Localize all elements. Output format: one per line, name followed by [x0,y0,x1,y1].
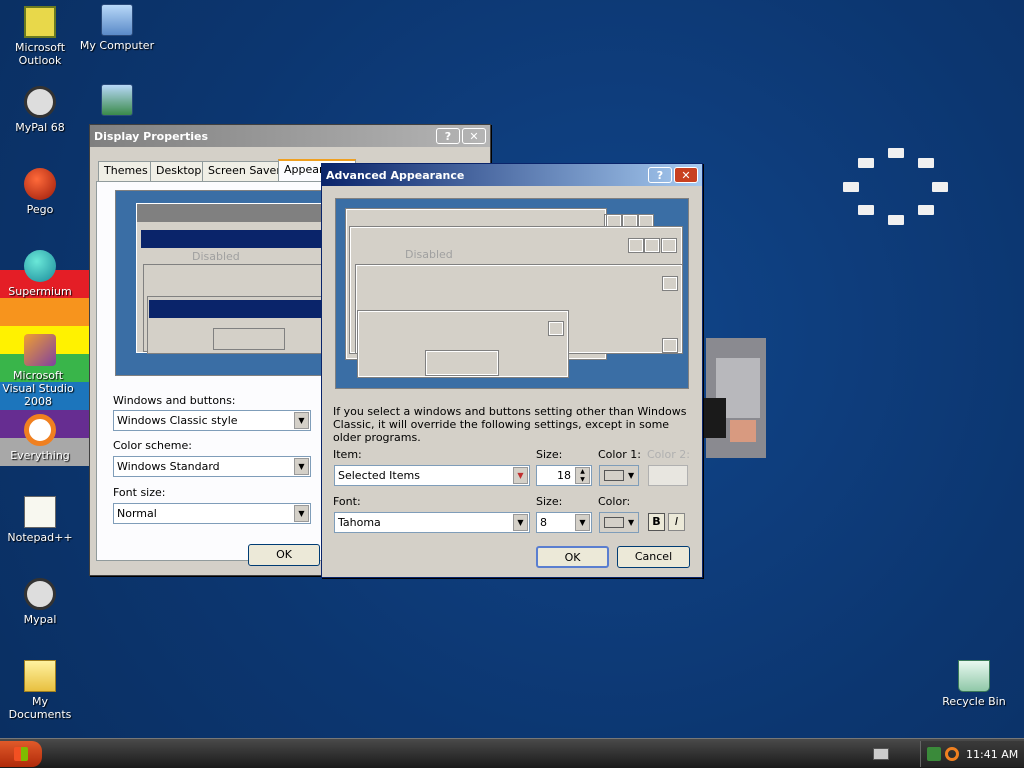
desktop-icon-everything[interactable]: Everything [0,414,80,462]
size-spinner[interactable]: 18 ▲ ▼ [536,465,592,486]
tab-themes[interactable]: Themes [98,161,154,181]
font-size-label: Size: [536,495,563,508]
help-button[interactable]: ? [436,128,460,144]
windows-buttons-select[interactable]: Windows Classic style ▼ [113,410,311,431]
mypal-icon [24,86,56,118]
advanced-appearance-dialog: Advanced Appearance ? ✕ Disabled If you … [321,163,703,578]
documents-icon [24,660,56,692]
spinner-arrows-icon[interactable]: ▲ ▼ [575,467,590,484]
info-text: If you select a windows and buttons sett… [333,405,687,444]
help-button[interactable]: ? [648,167,672,183]
mouse-cursor-icon [492,466,502,480]
color1-label: Color 1: [598,448,641,461]
outlook-icon [24,6,56,38]
visual-studio-icon [24,334,56,366]
system-tray: 11:41 AM [920,741,1024,767]
bold-toggle[interactable]: B [648,513,665,531]
color-label: Color: [598,495,631,508]
item-label: Item: [333,448,362,461]
italic-toggle[interactable]: I [668,513,685,531]
desktop-icon-network[interactable] [77,84,157,119]
taskbar: 11:41 AM [0,738,1024,768]
chevron-down-icon: ▼ [513,514,528,531]
preview-disabled-text: Disabled [405,248,453,261]
font-size-label: Font size: [113,486,166,499]
preview-disabled-text: Disabled [192,250,240,263]
desktop-icon-supermium[interactable]: Supermium [0,250,80,298]
desktop-icon-notepadpp[interactable]: Notepad++ [0,496,80,544]
start-button[interactable] [0,741,42,767]
desktop-icon-mypal-68[interactable]: MyPal 68 [0,86,80,134]
color1-picker[interactable]: ▼ [599,465,639,486]
recycle-bin-icon [958,660,990,692]
display-properties-titlebar[interactable]: Display Properties ? ✕ [90,125,490,147]
chevron-down-icon: ▼ [294,412,309,429]
notepad-icon [24,496,56,528]
tab-desktop[interactable]: Desktop [150,161,208,181]
desktop-icon-my-computer[interactable]: My Computer [77,4,157,52]
chevron-down-icon: ▼ [294,458,309,475]
chevron-down-icon: ▼ [294,505,309,522]
clock[interactable]: 11:41 AM [966,748,1018,761]
color-scheme-select[interactable]: Windows Standard ▼ [113,456,311,477]
cancel-button[interactable]: Cancel [617,546,690,568]
appearance-preview: Disabled [115,190,327,376]
color-scheme-label: Color scheme: [113,439,192,452]
font-size-select[interactable]: 8 ▼ [536,512,592,533]
font-color-picker[interactable]: ▼ [599,512,639,533]
close-button[interactable]: ✕ [462,128,486,144]
chevron-down-icon: ▼ [513,467,528,484]
windows-buttons-label: Windows and buttons: [113,394,236,407]
network-tray-icon[interactable] [927,747,941,761]
everything-icon [24,414,56,446]
color2-label: Color 2: [647,448,690,461]
font-label: Font: [333,495,361,508]
close-icon: ✕ [469,129,479,143]
desktop-icon-pego[interactable]: Pego [0,168,80,216]
chevron-down-icon: ▼ [628,518,635,527]
desktop-icon-visual-studio[interactable]: Microsoft Visual Studio 2008 [0,334,80,408]
advanced-appearance-titlebar[interactable]: Advanced Appearance ? ✕ [322,164,702,186]
network-icon [101,84,133,116]
windows-logo-icon [14,747,28,761]
desktop-icon-recycle-bin[interactable]: Recycle Bin [934,660,1014,708]
chevron-down-icon: ▼ [575,514,590,531]
desktop-icon-my-documents[interactable]: My Documents [0,660,80,721]
pego-icon [24,168,56,200]
wallpaper-mascot [702,328,768,468]
keyboard-icon[interactable] [873,748,889,760]
color2-picker [648,465,688,486]
font-select[interactable]: Tahoma ▼ [334,512,530,533]
chevron-down-icon: ▼ [628,471,635,480]
ok-button[interactable]: OK [248,544,320,566]
advanced-preview[interactable]: Disabled [335,198,689,389]
close-button[interactable]: ✕ [674,167,698,183]
search-tray-icon[interactable] [945,747,959,761]
desktop-icon-mypal[interactable]: Mypal [0,578,80,626]
mypal-icon [24,578,56,610]
window-title: Display Properties [94,129,209,143]
computer-icon [101,4,133,36]
supermium-icon [24,250,56,282]
desktop-icon-outlook[interactable]: Microsoft Outlook [0,6,80,67]
size-label: Size: [536,448,563,461]
font-size-select[interactable]: Normal ▼ [113,503,311,524]
tab-screen-saver[interactable]: Screen Saver [202,161,287,181]
close-icon: ✕ [681,168,691,182]
ok-button[interactable]: OK [536,546,609,568]
window-title: Advanced Appearance [326,168,465,182]
